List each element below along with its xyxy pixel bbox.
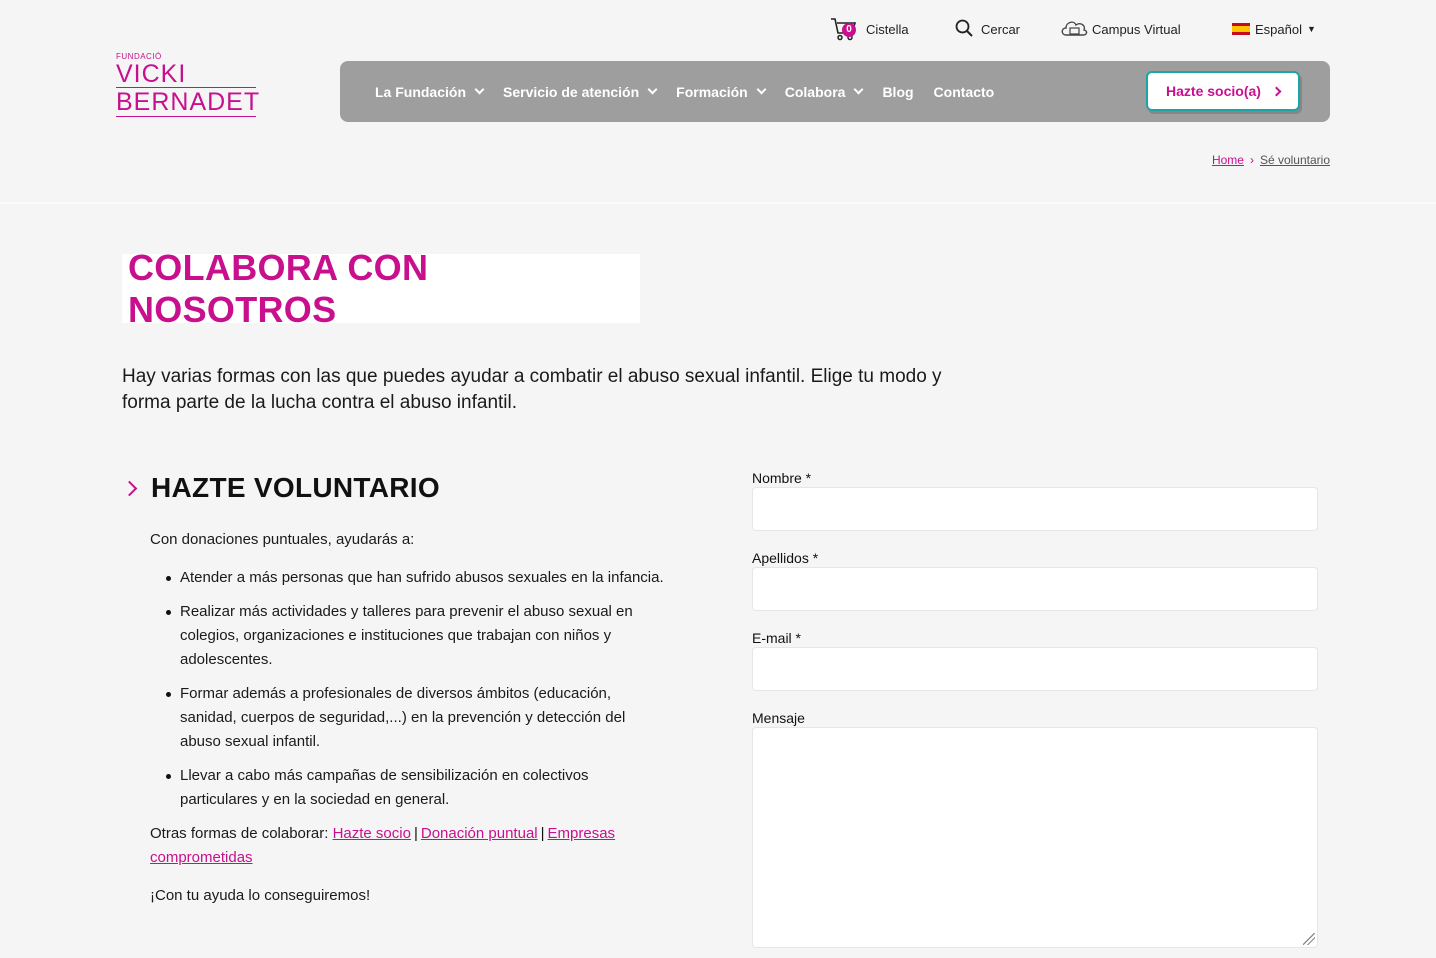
nombre-label: Nombre * xyxy=(752,470,812,486)
breadcrumb-home[interactable]: Home xyxy=(1212,153,1244,167)
nav-item-label: Colabora xyxy=(784,83,846,100)
nav-item-blog[interactable]: Blog xyxy=(882,84,913,100)
search-link[interactable]: Cercar xyxy=(955,14,1020,44)
section-content: Con donaciones puntuales, ayudarás a: At… xyxy=(150,528,670,922)
hazte-socio-button[interactable]: Hazte socio(a) xyxy=(1146,71,1300,111)
logo-line2: BERNADET xyxy=(116,88,261,117)
cart-label: Cistella xyxy=(866,21,909,37)
nav-item-label: Contacto xyxy=(933,83,995,100)
search-icon xyxy=(955,19,973,40)
mensaje-textarea[interactable] xyxy=(752,727,1318,948)
page-title: COLABORA CON NOSOTROS xyxy=(128,246,429,330)
nav-item-label: Blog xyxy=(882,83,914,100)
list-item: Atender a más personas que han sufrido a… xyxy=(166,566,670,590)
nav-item-label: Formación xyxy=(676,83,748,100)
cart-link[interactable]: 0 Cistella xyxy=(830,14,909,44)
spain-flag-icon xyxy=(1232,23,1250,35)
closing-text: ¡Con tu ayuda lo conseguiremos! xyxy=(150,887,371,904)
breadcrumb-current[interactable]: Sé voluntario xyxy=(1260,153,1330,167)
chevron-down-icon xyxy=(756,84,767,95)
chevron-right-icon xyxy=(121,480,138,496)
nav-item-la-fundacion[interactable]: La Fundación xyxy=(375,83,485,100)
nav-item-formacion[interactable]: Formación xyxy=(676,83,767,100)
logo[interactable]: FUNDACIÓ VICKI BERNADET xyxy=(116,52,261,122)
apellidos-field[interactable] xyxy=(752,567,1318,611)
utility-bar: 0 Cistella Cercar Campus Virtual Español… xyxy=(0,14,1436,44)
email-field[interactable] xyxy=(752,647,1318,691)
cart-count-badge: 0 xyxy=(842,23,856,37)
cloud-computer-icon xyxy=(1060,18,1088,41)
chevron-down-icon xyxy=(647,84,658,95)
other-ways: Otras formas de colaborar: Hazte socio | D… xyxy=(150,822,670,870)
chevron-down-icon xyxy=(474,84,485,95)
chevron-down-icon xyxy=(853,84,864,95)
list-item: Formar además a profesionales de diverso… xyxy=(166,682,670,754)
chevron-down-icon: ▼ xyxy=(1306,24,1316,34)
other-ways-prefix: Otras formas de colaborar: xyxy=(150,825,333,842)
language-selector[interactable]: Español ▼ xyxy=(1232,14,1316,44)
benefits-list: Atender a más personas que han sufrido a… xyxy=(150,566,670,812)
volunteer-form: Nombre * Apellidos * E-mail * Mensaje xyxy=(752,470,1318,948)
campus-label: Campus Virtual xyxy=(1092,21,1181,37)
chevron-right-icon xyxy=(1271,86,1282,96)
separator: | xyxy=(540,825,545,842)
list-item: Realizar más actividades y talleres para… xyxy=(166,600,670,672)
chevron-right-icon: › xyxy=(1249,153,1254,167)
search-label: Cercar xyxy=(981,21,1021,37)
page-title-box: COLABORA CON NOSOTROS xyxy=(122,247,640,330)
nav-item-label: Servicio de atención xyxy=(503,83,640,100)
campus-virtual-link[interactable]: Campus Virtual xyxy=(1060,14,1181,44)
resize-handle-icon[interactable] xyxy=(1303,933,1315,945)
cart-icon: 0 xyxy=(830,16,858,42)
mensaje-label: Mensaje xyxy=(752,710,805,726)
section-heading: HAZTE VOLUNTARIO xyxy=(121,472,440,504)
section-title: HAZTE VOLUNTARIO xyxy=(151,472,440,503)
nav-item-servicio[interactable]: Servicio de atención xyxy=(503,83,658,100)
language-label: Español xyxy=(1255,21,1302,37)
intro-text: Hay varias formas con las que puedes ayu… xyxy=(122,366,942,413)
apellidos-label: Apellidos * xyxy=(752,550,819,566)
nombre-field[interactable] xyxy=(752,487,1318,531)
link-donacion-puntual[interactable]: Donación puntual xyxy=(421,825,538,842)
hazte-socio-label: Hazte socio(a) xyxy=(1166,83,1261,99)
main-nav: La Fundación Servicio de atención Formac… xyxy=(340,61,1330,122)
separator: | xyxy=(413,825,418,842)
page: 0 Cistella Cercar Campus Virtual Español… xyxy=(0,0,1436,958)
link-hazte-socio[interactable]: Hazte socio xyxy=(333,825,411,842)
logo-line1: VICKI xyxy=(116,61,256,88)
list-item: Llevar a cabo más campañas de sensibiliz… xyxy=(166,764,670,812)
nav-item-label: La Fundación xyxy=(375,83,466,100)
section-lead: Con donaciones puntuales, ayudarás a: xyxy=(150,531,415,548)
divider xyxy=(0,202,1436,204)
nav-item-contacto[interactable]: Contacto xyxy=(934,84,995,100)
email-label: E-mail * xyxy=(752,630,802,646)
breadcrumb: Home › Sé voluntario xyxy=(1212,153,1330,167)
nav-item-colabora[interactable]: Colabora xyxy=(784,83,864,100)
